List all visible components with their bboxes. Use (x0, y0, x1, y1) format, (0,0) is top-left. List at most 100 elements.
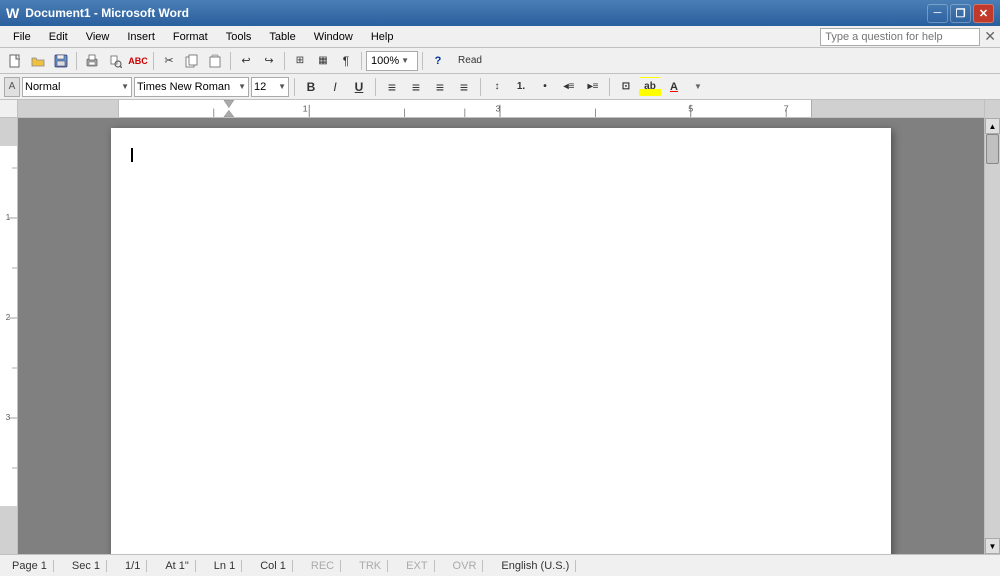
help-search-input[interactable] (820, 28, 980, 46)
menu-format[interactable]: Format (164, 28, 217, 46)
font-value: Times New Roman (137, 81, 236, 93)
ruler: 1 3 5 7 (18, 100, 984, 118)
scroll-track[interactable] (985, 134, 1000, 538)
menu-table[interactable]: Table (260, 28, 304, 46)
scroll-thumb[interactable] (986, 134, 999, 164)
align-left-button[interactable]: ≡ (381, 77, 403, 97)
scroll-down-button[interactable]: ▼ (985, 538, 1000, 554)
font-dropdown[interactable]: Times New Roman ▼ (134, 77, 249, 97)
status-bar: Page 1 Sec 1 1/1 At 1" Ln 1 Col 1 REC TR… (0, 554, 1000, 576)
redo-button[interactable]: ↪ (258, 50, 280, 72)
status-ovr: OVR (447, 560, 484, 572)
cut-button[interactable]: ✂ (158, 50, 180, 72)
underline-button[interactable]: U (348, 77, 370, 97)
text-cursor (131, 148, 133, 162)
status-at: At 1" (159, 560, 195, 572)
menu-tools[interactable]: Tools (217, 28, 261, 46)
scroll-up-button[interactable]: ▲ (985, 118, 1000, 134)
show-hide-button[interactable]: ¶ (335, 50, 357, 72)
sep3 (230, 52, 231, 70)
print-button[interactable] (81, 50, 103, 72)
ruler-right-end (984, 100, 1000, 118)
svg-text:7: 7 (784, 104, 789, 114)
help-search-box: ✕ (820, 28, 996, 46)
zoom-value: 100% (371, 55, 399, 67)
minimize-button[interactable]: ─ (927, 4, 948, 23)
menu-edit[interactable]: Edit (40, 28, 77, 46)
menu-insert[interactable]: Insert (118, 28, 164, 46)
spell-button[interactable]: ABC (127, 50, 149, 72)
fmt-sep3 (480, 78, 481, 96)
increase-indent-button[interactable]: ▸≡ (582, 77, 604, 97)
menu-help[interactable]: Help (362, 28, 403, 46)
table-button[interactable]: ⊞ (289, 50, 311, 72)
ruler-container: 1 3 5 7 (0, 100, 1000, 118)
decrease-indent-button[interactable]: ◂≡ (558, 77, 580, 97)
style-dropdown[interactable]: Normal ▼ (22, 77, 132, 97)
zoom-arrow-icon: ▼ (401, 56, 409, 65)
size-arrow-icon: ▼ (278, 82, 286, 91)
fmt-sep1 (294, 78, 295, 96)
menu-view[interactable]: View (77, 28, 119, 46)
justify-button[interactable]: ≡ (453, 77, 475, 97)
border-button[interactable]: ⊡ (615, 77, 637, 97)
print-preview-button[interactable] (104, 50, 126, 72)
sep1 (76, 52, 77, 70)
line-spacing-button[interactable]: ↕ (486, 77, 508, 97)
fmt-sep2 (375, 78, 376, 96)
svg-text:3: 3 (6, 413, 11, 422)
standard-toolbar: ABC ✂ ↩ ↪ ⊞ ▦ ¶ 100% ▼ ? Read (0, 48, 1000, 74)
sep4 (284, 52, 285, 70)
highlight-button[interactable]: ab (639, 77, 661, 97)
title-bar: W Document1 - Microsoft Word ─ ❐ ✕ (0, 0, 1000, 26)
help-close-icon[interactable]: ✕ (984, 28, 996, 45)
save-button[interactable] (50, 50, 72, 72)
bold-button[interactable]: B (300, 77, 322, 97)
format-toolbar: A Normal ▼ Times New Roman ▼ 12 ▼ B I U … (0, 74, 1000, 100)
help-button[interactable]: ? (427, 50, 449, 72)
status-ln: Ln 1 (208, 560, 242, 572)
bullets-button[interactable]: • (534, 77, 556, 97)
style-arrow-icon: ▼ (121, 82, 129, 91)
close-button[interactable]: ✕ (973, 4, 994, 23)
document-area[interactable] (18, 118, 984, 554)
font-arrow-icon: ▼ (238, 82, 246, 91)
svg-text:1: 1 (303, 104, 308, 114)
status-rec: REC (305, 560, 341, 572)
restore-button[interactable]: ❐ (950, 4, 971, 23)
align-right-button[interactable]: ≡ (429, 77, 451, 97)
fmt-sep4 (609, 78, 610, 96)
svg-text:2: 2 (6, 313, 11, 322)
ruler-left-margin (0, 100, 18, 118)
document-page[interactable] (111, 128, 891, 554)
vertical-scrollbar[interactable]: ▲ ▼ (984, 118, 1000, 554)
columns-button[interactable]: ▦ (312, 50, 334, 72)
menu-file[interactable]: File (4, 28, 40, 46)
left-ruler: 1 2 3 (0, 118, 18, 554)
window-controls: ─ ❐ ✕ (927, 4, 994, 23)
zoom-dropdown[interactable]: 100% ▼ (366, 51, 418, 71)
svg-text:1: 1 (6, 213, 11, 222)
paste-button[interactable] (204, 50, 226, 72)
open-button[interactable] (27, 50, 49, 72)
align-center-button[interactable]: ≡ (405, 77, 427, 97)
status-col: Col 1 (254, 560, 293, 572)
size-dropdown[interactable]: 12 ▼ (251, 77, 289, 97)
status-page: Page 1 (6, 560, 54, 572)
style-icon: A (4, 77, 20, 97)
numbering-button[interactable]: 1. (510, 77, 532, 97)
status-trk: TRK (353, 560, 388, 572)
format-more-button[interactable]: ▼ (687, 76, 709, 98)
size-value: 12 (254, 81, 266, 93)
read-button[interactable]: Read (450, 50, 490, 72)
font-color-button[interactable]: A (663, 77, 685, 97)
sep6 (422, 52, 423, 70)
svg-text:3: 3 (495, 104, 500, 114)
menu-bar: File Edit View Insert Format Tools Table… (0, 26, 1000, 48)
undo-button[interactable]: ↩ (235, 50, 257, 72)
menu-window[interactable]: Window (305, 28, 362, 46)
italic-button[interactable]: I (324, 77, 346, 97)
style-value: Normal (25, 81, 119, 93)
copy-button[interactable] (181, 50, 203, 72)
new-button[interactable] (4, 50, 26, 72)
